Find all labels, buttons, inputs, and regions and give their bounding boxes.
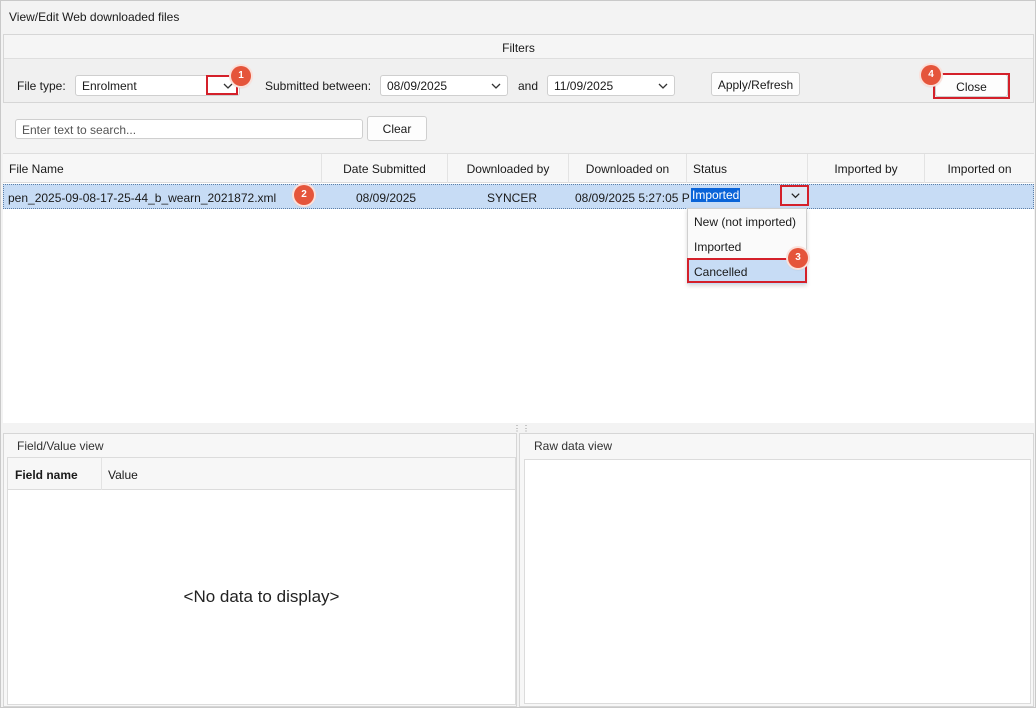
clear-button[interactable]: Clear: [367, 116, 427, 141]
raw-data-textbox[interactable]: [524, 459, 1031, 704]
status-value[interactable]: Imported: [691, 188, 741, 202]
date-to-picker[interactable]: 11/09/2025: [547, 75, 675, 96]
filters-header: Filters: [4, 35, 1033, 59]
and-label: and: [518, 79, 539, 93]
chevron-down-icon[interactable]: [789, 189, 802, 202]
apply-refresh-button[interactable]: Apply/Refresh: [711, 72, 800, 96]
file-type-value: Enrolment: [82, 79, 137, 93]
window-title: View/Edit Web downloaded files: [9, 10, 180, 24]
field-value-header: Field name Value: [8, 458, 515, 490]
callout-badge-4: 4: [921, 65, 941, 85]
date-to-value: 11/09/2025: [554, 79, 614, 93]
col-imported-by[interactable]: Imported by: [808, 154, 925, 183]
splitter-grip-icon[interactable]: ⋮⋮: [513, 424, 531, 433]
callout-badge-1: 1: [231, 66, 251, 86]
chevron-down-icon[interactable]: [656, 79, 670, 93]
col-downloaded-by[interactable]: Downloaded by: [448, 154, 569, 183]
column-divider: [101, 458, 102, 490]
cell-file-name: pen_2025-09-08-17-25-44_b_wearn_2021872.…: [8, 191, 277, 205]
status-dropdown-button[interactable]: [780, 185, 809, 206]
col-downloaded-on[interactable]: Downloaded on: [569, 154, 687, 183]
date-from-value: 08/09/2025: [387, 79, 448, 93]
grid-header: File Name Date Submitted Downloaded by D…: [3, 154, 1034, 183]
field-value-panel: Field/Value view Field name Value <No da…: [3, 433, 517, 707]
cell-downloaded-on: 08/09/2025 5:27:05 P: [575, 191, 690, 205]
raw-data-panel: Raw data view: [519, 433, 1034, 707]
col-status[interactable]: Status: [687, 154, 808, 183]
table-row[interactable]: pen_2025-09-08-17-25-44_b_wearn_2021872.…: [3, 184, 1034, 209]
callout-badge-2: 2: [294, 185, 314, 205]
field-value-title: Field/Value view: [17, 439, 104, 453]
col-imported-on[interactable]: Imported on: [925, 154, 1034, 183]
file-type-label: File type:: [17, 79, 66, 93]
raw-data-title: Raw data view: [534, 439, 613, 453]
filters-panel: Filters File type: Enrolment Submitted b…: [3, 34, 1034, 103]
callout-badge-3: 3: [788, 248, 808, 268]
search-input[interactable]: Enter text to search...: [15, 119, 363, 139]
col-field-name[interactable]: Field name: [15, 468, 78, 482]
files-grid: File Name Date Submitted Downloaded by D…: [3, 153, 1034, 423]
empty-state-text: <No data to display>: [183, 587, 340, 606]
submitted-between-label: Submitted between:: [265, 79, 372, 93]
cell-date-submitted: 08/09/2025: [356, 191, 417, 205]
annotation-box-4: [933, 73, 1010, 99]
status-option-new[interactable]: New (not imported): [688, 209, 806, 234]
search-placeholder: Enter text to search...: [22, 123, 137, 137]
col-file-name[interactable]: File Name: [3, 154, 322, 183]
cell-downloaded-by: SYNCER: [487, 191, 538, 205]
main-window: View/Edit Web downloaded files Filters F…: [0, 0, 1036, 708]
date-from-picker[interactable]: 08/09/2025: [380, 75, 508, 96]
col-value[interactable]: Value: [108, 468, 138, 482]
chevron-down-icon[interactable]: [489, 79, 503, 93]
col-date-submitted[interactable]: Date Submitted: [322, 154, 448, 183]
field-value-grid: Field name Value <No data to display>: [7, 457, 516, 705]
